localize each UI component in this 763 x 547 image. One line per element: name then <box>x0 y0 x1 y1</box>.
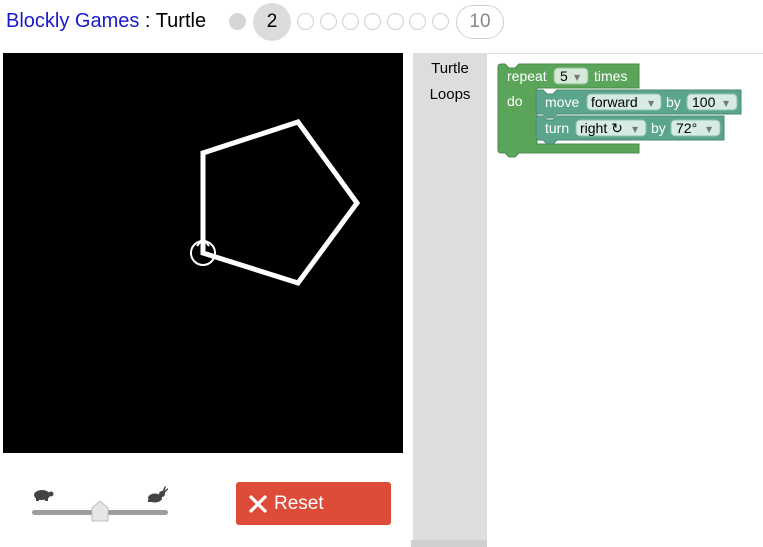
game-name: Turtle <box>155 10 207 32</box>
header: Blockly Games : Turtle 2 10 <box>0 0 763 44</box>
level-1-dot[interactable] <box>229 13 246 30</box>
reset-label: Reset <box>274 492 324 514</box>
do-label: do <box>507 93 523 109</box>
level-3-dot[interactable] <box>297 13 314 30</box>
speed-slider[interactable] <box>30 486 170 522</box>
level-7-dot[interactable] <box>387 13 404 30</box>
turtle-canvas <box>3 53 403 453</box>
level-last[interactable]: 10 <box>456 5 504 39</box>
toolbox: Turtle Loops <box>413 53 487 547</box>
chevron-down-icon: ▼ <box>632 125 639 134</box>
chevron-down-icon: ▼ <box>648 99 655 108</box>
turtle-drawing <box>190 119 361 286</box>
repeat-label: repeat <box>507 68 547 84</box>
level-current[interactable]: 2 <box>253 3 291 41</box>
block-stack: repeat 5 ▼ times do move forward ▼ by 10… <box>497 63 742 158</box>
turn-angle: 72° <box>676 120 697 136</box>
app-home-link[interactable]: Blockly Games <box>6 10 139 32</box>
toolbox-scrollbar[interactable] <box>411 540 487 547</box>
level-5-dot[interactable] <box>342 13 359 30</box>
chevron-down-icon: ▼ <box>706 125 713 134</box>
level-8-dot[interactable] <box>409 13 426 30</box>
speed-thumb[interactable] <box>91 500 109 522</box>
move-label: move <box>545 94 579 110</box>
turn-by-label: by <box>651 120 666 136</box>
chevron-down-icon: ▼ <box>574 73 581 82</box>
turn-label: turn <box>545 120 569 136</box>
move-direction: forward <box>591 94 638 110</box>
times-label: times <box>594 68 627 84</box>
turn-block[interactable]: turn right ↻ ▼ by 72° ▼ <box>535 115 725 145</box>
toolbox-category-loops[interactable]: Loops <box>413 85 487 105</box>
page-title: Blockly Games : Turtle <box>6 10 206 33</box>
blockly-workspace[interactable]: repeat 5 ▼ times do move forward ▼ by 10… <box>487 53 763 547</box>
pentagon-path <box>200 119 361 286</box>
rabbit-icon <box>148 486 168 503</box>
close-icon <box>249 494 267 513</box>
level-6-dot[interactable] <box>364 13 381 30</box>
turn-direction: right ↻ <box>580 120 623 136</box>
level-9-dot[interactable] <box>432 13 449 30</box>
level-4-dot[interactable] <box>320 13 337 30</box>
move-block[interactable]: move forward ▼ by 100 ▼ <box>535 89 742 119</box>
move-by-label: by <box>666 94 681 110</box>
chevron-down-icon: ▼ <box>723 99 730 108</box>
title-separator: : <box>139 10 156 32</box>
repeat-count: 5 <box>560 68 568 84</box>
toolbox-category-turtle[interactable]: Turtle <box>413 59 487 79</box>
turtle-icon <box>34 490 54 501</box>
reset-button[interactable]: Reset <box>236 482 391 525</box>
move-distance: 100 <box>692 94 716 110</box>
